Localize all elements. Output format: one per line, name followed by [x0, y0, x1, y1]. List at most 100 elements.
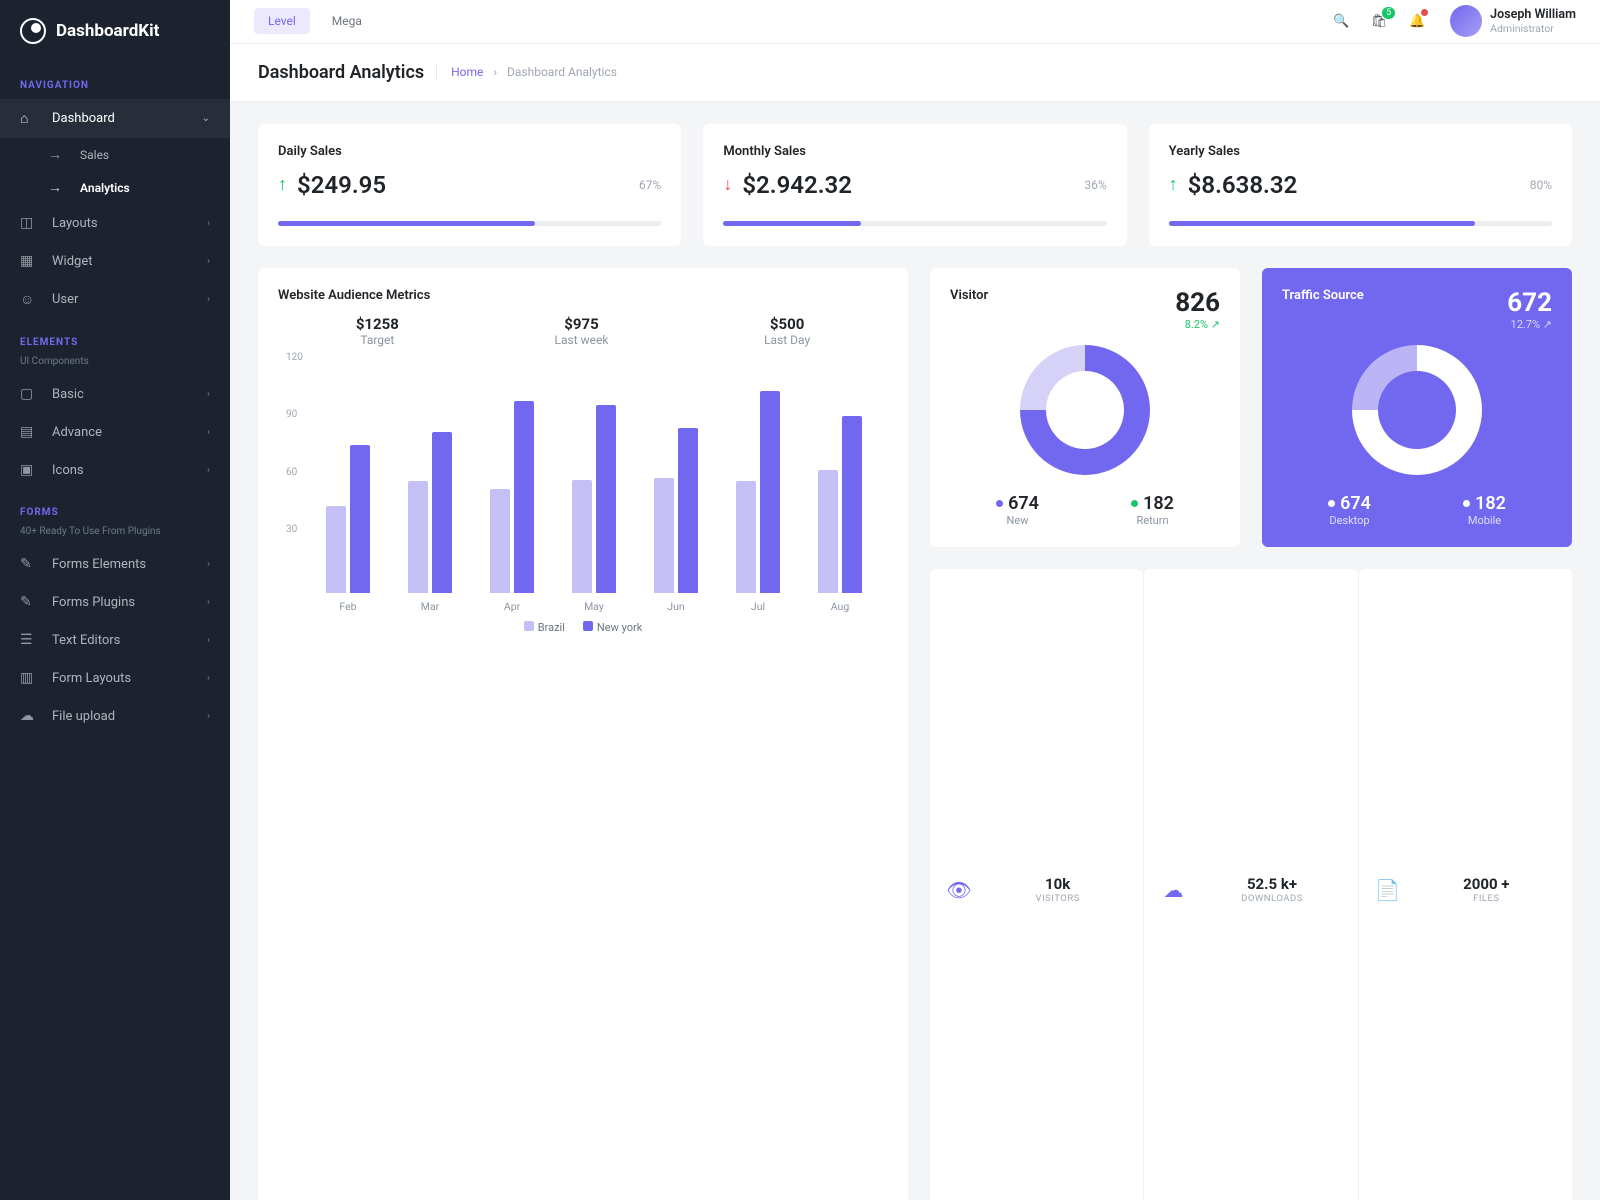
bar-newyork — [596, 405, 616, 593]
nav-section-elements: ELEMENTS — [0, 319, 230, 356]
bar-brazil — [654, 478, 674, 593]
breadcrumb-current: Dashboard Analytics — [507, 65, 617, 79]
sidebar-item-layouts[interactable]: ◫Layouts› — [0, 204, 230, 242]
mini-stat: ☁52.5 k+DOWNLOADS — [1144, 569, 1358, 1200]
sidebar-item-text-editors[interactable]: ☰Text Editors› — [0, 621, 230, 659]
chevron-right-icon: › — [207, 559, 210, 570]
bar-newyork — [678, 428, 698, 593]
topbar-pill-level[interactable]: Level — [254, 8, 310, 34]
widget-icon: ▦ — [20, 253, 44, 269]
sales-title: Monthly Sales — [723, 144, 1106, 159]
sidebar-item-user[interactable]: ☺User› — [0, 280, 230, 319]
visitor-donut-chart — [1020, 345, 1150, 475]
mini-stat: 📄2000 +FILES — [1359, 569, 1572, 1200]
bar-group: Jul — [730, 391, 786, 592]
chevron-right-icon: › — [207, 465, 210, 476]
brand[interactable]: DashboardKit — [0, 0, 230, 62]
main-area: Level Mega 🔍 🛍5 🔔 Joseph William Adminis… — [230, 0, 1600, 1200]
sales-value: $249.95 — [297, 171, 386, 199]
x-label: Jun — [667, 600, 684, 613]
traffic-source-card: Traffic Source 67212.7% ↗ 674Desktop 182… — [1262, 268, 1572, 547]
sales-pct: 80% — [1530, 178, 1552, 192]
arrow-right-icon: → — [48, 146, 72, 163]
sales-card: Monthly Sales ↓ $2.942.32 36% — [703, 124, 1126, 246]
sales-cards-row: Daily Sales ↑ $249.95 67% Monthly Sales … — [258, 124, 1572, 246]
bar-brazil — [572, 480, 592, 593]
bar-group: Mar — [402, 432, 458, 593]
user-role: Administrator — [1490, 22, 1576, 35]
visitor-card: Visitor 8268.2% ↗ 674New 182Return — [930, 268, 1240, 547]
y-tick: 120 — [286, 352, 303, 363]
logo-icon — [20, 18, 46, 44]
traffic-change: 12.7% ↗ — [1507, 318, 1552, 331]
chart-legend: Brazil New york — [278, 621, 888, 634]
cart-badge: 5 — [1382, 7, 1395, 19]
content: Daily Sales ↑ $249.95 67% Monthly Sales … — [230, 102, 1600, 1200]
visitor-change: 8.2% ↗ — [1175, 318, 1220, 331]
nav-section-forms-sub: 40+ Ready To Use From Plugins — [0, 526, 230, 545]
arrow-up-icon: ↑ — [278, 174, 287, 195]
pencil-icon: ✎ — [20, 556, 44, 572]
upload-icon: ☁ — [20, 708, 44, 724]
bar-brazil — [818, 470, 838, 593]
cart-button[interactable]: 🛍5 — [1360, 2, 1398, 40]
website-audience-card: Website Audience Metrics $1258Target$975… — [258, 268, 908, 1200]
topbar-pill-mega[interactable]: Mega — [318, 8, 376, 34]
progress-fill — [278, 221, 535, 226]
traffic-mobile: 182Mobile — [1463, 493, 1506, 527]
progress-fill — [723, 221, 861, 226]
y-tick: 90 — [286, 409, 297, 420]
nav-section-navigation: NAVIGATION — [0, 62, 230, 99]
sales-title: Daily Sales — [278, 144, 661, 159]
chevron-right-icon: › — [207, 635, 210, 646]
x-label: Jul — [751, 600, 765, 613]
chevron-right-icon: › — [207, 218, 210, 229]
bar-newyork — [350, 445, 370, 593]
sidebar-item-sales[interactable]: →Sales — [28, 138, 230, 171]
x-label: Apr — [504, 600, 520, 613]
visitor-return: 182Return — [1131, 493, 1174, 527]
progress-track — [723, 221, 1106, 226]
sidebar: DashboardKit NAVIGATION ⌂Dashboard⌄ →Sal… — [0, 0, 230, 1200]
layers-icon: ◫ — [20, 215, 44, 231]
wam-stat: $975Last week — [555, 315, 609, 347]
sidebar-item-advance[interactable]: ▤Advance› — [0, 413, 230, 451]
bar-group: Aug — [812, 416, 868, 592]
search-button[interactable]: 🔍 — [1322, 2, 1360, 40]
sidebar-item-file-upload[interactable]: ☁File upload› — [0, 697, 230, 735]
sidebar-item-widget[interactable]: ▦Widget› — [0, 242, 230, 280]
bar-newyork — [514, 401, 534, 593]
eye-icon: 👁 — [944, 878, 974, 902]
progress-track — [278, 221, 661, 226]
notifications-button[interactable]: 🔔 — [1398, 2, 1436, 40]
sales-card: Daily Sales ↑ $249.95 67% — [258, 124, 681, 246]
y-tick: 30 — [286, 524, 297, 535]
progress-track — [1169, 221, 1552, 226]
wam-stat: $500Last Day — [764, 315, 810, 347]
sidebar-item-form-layouts[interactable]: ▥Form Layouts› — [0, 659, 230, 697]
file-icon: 📄 — [1373, 878, 1403, 902]
text-icon: ☰ — [20, 632, 44, 648]
traffic-desktop: 674Desktop — [1328, 493, 1371, 527]
breadcrumb-home[interactable]: Home — [451, 65, 483, 79]
user-name: Joseph William — [1490, 7, 1576, 22]
notification-dot — [1421, 9, 1428, 16]
sidebar-item-forms-elements[interactable]: ✎Forms Elements› — [0, 545, 230, 583]
y-tick: 60 — [286, 467, 297, 478]
home-icon: ⌂ — [20, 110, 44, 127]
breadcrumb: Home › Dashboard Analytics — [436, 65, 617, 79]
sidebar-item-basic[interactable]: ▢Basic› — [0, 375, 230, 413]
legend-item-newyork: New york — [583, 621, 642, 634]
sidebar-item-analytics[interactable]: →Analytics — [28, 171, 230, 204]
user-icon: ☺ — [20, 291, 44, 308]
user-menu[interactable]: Joseph William Administrator — [1444, 5, 1576, 37]
chevron-right-icon: › — [207, 597, 210, 608]
sidebar-item-icons[interactable]: ▣Icons› — [0, 451, 230, 489]
bell-icon: 🔔 — [1409, 14, 1425, 29]
mid-row: Website Audience Metrics $1258Target$975… — [258, 268, 1572, 1200]
sidebar-item-dashboard[interactable]: ⌂Dashboard⌄ — [0, 99, 230, 138]
sidebar-item-forms-plugins[interactable]: ✎Forms Plugins› — [0, 583, 230, 621]
x-label: Mar — [421, 600, 439, 613]
topbar: Level Mega 🔍 🛍5 🔔 Joseph William Adminis… — [230, 0, 1600, 44]
brand-name: DashboardKit — [56, 21, 159, 41]
